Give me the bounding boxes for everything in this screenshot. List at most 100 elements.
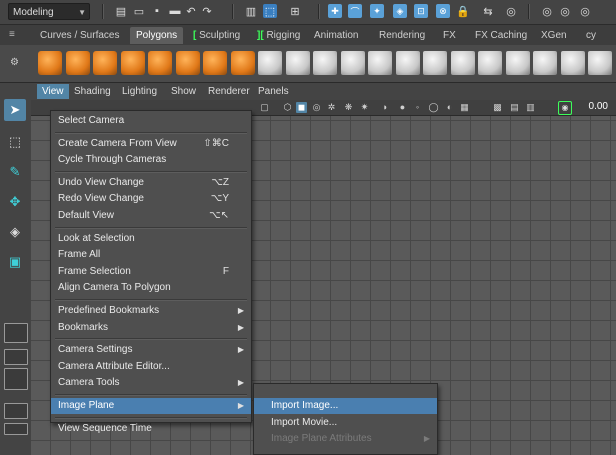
shelf-tab-sculpting[interactable]: [ Sculpting <box>187 27 246 44</box>
panel-menu-panels[interactable]: Panels <box>253 84 294 99</box>
depth-of-field-icon[interactable]: ◯ <box>428 102 439 113</box>
use-default-material-icon[interactable]: ◎ <box>311 102 322 113</box>
poly-sphere-icon[interactable] <box>38 51 62 75</box>
shelf-tab-animation[interactable]: Animation <box>308 27 364 44</box>
select-by-object-icon[interactable]: ⬚ <box>263 4 277 18</box>
select-by-component-icon[interactable]: ⊞ <box>288 4 302 18</box>
snap-to-point-icon[interactable]: ✦ <box>370 4 384 18</box>
snap-to-projected-center-icon[interactable]: ◈ <box>393 4 407 18</box>
extrude-icon[interactable] <box>478 51 502 75</box>
menu-item-image-plane[interactable]: Image Plane ▶ <box>51 398 251 414</box>
multi-cut-icon[interactable] <box>450 51 475 75</box>
shelf-tab-fx-caching[interactable]: FX Caching <box>469 27 533 44</box>
input-output-icon[interactable]: ⇆ <box>481 4 495 18</box>
menu-item-align-camera-to-polygon[interactable]: Align Camera To Polygon <box>51 280 251 296</box>
shadows-icon[interactable]: ❋ <box>343 102 354 113</box>
move-tool-icon[interactable]: ✥ <box>4 191 26 213</box>
new-scene-icon[interactable]: ▤ <box>114 4 128 18</box>
poly-disk-icon[interactable] <box>203 51 227 75</box>
menu-item-cycle-through-cameras[interactable]: Cycle Through Cameras <box>51 152 251 168</box>
save-scene-icon[interactable]: ▪ <box>150 4 164 18</box>
shelf-options-icon[interactable]: ⚙ <box>10 57 19 68</box>
make-live-icon[interactable]: ⊗ <box>436 4 450 18</box>
xray-components-icon[interactable]: ▤ <box>509 102 520 113</box>
shelf-tab-polygons[interactable]: Polygons <box>130 27 184 44</box>
lasso-tool-icon[interactable]: ⬚ <box>4 131 26 153</box>
menu-item-camera-settings[interactable]: Camera Settings ▶ <box>51 342 251 358</box>
submenu-item-import-movie[interactable]: Import Movie... <box>254 415 437 431</box>
hypershade-icon[interactable]: ◎ <box>578 4 592 18</box>
rotate-tool-icon[interactable]: ◈ <box>4 221 26 243</box>
xray-joints-icon[interactable]: ▩ <box>492 102 503 113</box>
menu-item-predefined-bookmarks[interactable]: Predefined Bookmarks ▶ <box>51 303 251 319</box>
menu-item-redo-view-change[interactable]: Redo View Change ⌥Y <box>51 191 251 207</box>
render-icon[interactable]: ◎ <box>504 4 518 18</box>
menu-item-view-sequence-time[interactable]: View Sequence Time <box>51 421 251 437</box>
panel-menu-view[interactable]: View <box>37 84 69 99</box>
textured-icon[interactable]: ✲ <box>326 102 337 113</box>
shelf-tab-rigging[interactable]: ][ Rigging <box>251 27 306 44</box>
extract-icon[interactable] <box>313 51 337 75</box>
menu-item-camera-attribute-editor[interactable]: Camera Attribute Editor... <box>51 359 251 375</box>
smooth-icon[interactable] <box>340 51 365 75</box>
poly-diamond-icon[interactable] <box>148 51 172 75</box>
smooth-shade-icon[interactable]: ◼ <box>296 102 307 113</box>
poly-pipe-icon[interactable] <box>230 51 255 75</box>
lock-icon[interactable]: 🔒 <box>456 4 470 18</box>
panel-menu-show[interactable]: Show <box>166 84 201 99</box>
folder-icon[interactable]: ▬ <box>168 4 182 18</box>
poly-cone-icon[interactable] <box>120 51 145 75</box>
panel-menu-renderer[interactable]: Renderer <box>203 84 255 99</box>
xray-icon[interactable]: ▦ <box>459 102 470 113</box>
shelf-menu-icon[interactable]: ≡ <box>9 29 15 40</box>
poly-torus-icon[interactable] <box>175 51 200 75</box>
screen-space-ao-icon[interactable]: ◑ <box>379 102 390 113</box>
layout-side-icon[interactable] <box>4 368 28 390</box>
menu-item-select-camera[interactable]: Select Camera <box>51 113 251 129</box>
panel-menu-lighting[interactable]: Lighting <box>117 84 162 99</box>
poly-cube-icon[interactable] <box>65 51 90 75</box>
merge-icon[interactable] <box>533 51 557 75</box>
mirror-icon[interactable] <box>395 51 420 75</box>
mode-selector[interactable]: Modeling ▼ <box>8 3 90 20</box>
shelf-tab-curves-surfaces[interactable]: Curves / Surfaces <box>34 27 125 44</box>
layout-outliner-icon[interactable] <box>4 423 28 435</box>
undo-icon[interactable]: ↶ <box>184 4 198 18</box>
gamma-toggle-icon[interactable]: ◉ <box>558 101 572 115</box>
shelf-tab-fx[interactable]: FX <box>437 27 462 44</box>
select-tool-icon[interactable]: ➤ <box>4 99 26 121</box>
menu-item-undo-view-change[interactable]: Undo View Change ⌥Z <box>51 175 251 191</box>
render-settings-icon[interactable]: ◎ <box>558 4 572 18</box>
shelf-tab-rendering[interactable]: Rendering <box>373 27 431 44</box>
scale-tool-icon[interactable]: ▣ <box>4 251 26 273</box>
bool-icon[interactable] <box>368 51 392 75</box>
menu-item-create-camera-from-view[interactable]: Create Camera From View ⇧⌘C <box>51 136 251 152</box>
menu-item-bookmarks[interactable]: Bookmarks ▶ <box>51 320 251 336</box>
menu-item-frame-all[interactable]: Frame All <box>51 247 251 263</box>
isolate-select-icon[interactable]: ◐ <box>444 102 455 113</box>
anti-aliasing-icon[interactable]: ◦ <box>412 102 423 113</box>
shelf-tab-cy[interactable]: cy <box>580 27 602 44</box>
menu-item-look-at-selection[interactable]: Look at Selection <box>51 231 251 247</box>
menu-item-frame-selection[interactable]: Frame Selection F <box>51 264 251 280</box>
bevel-icon[interactable] <box>505 51 530 75</box>
bridge-icon[interactable] <box>423 51 447 75</box>
poly-cylinder-icon[interactable] <box>93 51 117 75</box>
menu-item-default-view[interactable]: Default View ⌥↖ <box>51 208 251 224</box>
exposure-field[interactable]: 0.00 <box>589 100 608 114</box>
redo-icon[interactable]: ↷ <box>200 4 214 18</box>
wireframe-icon[interactable]: ⬡ <box>282 102 293 113</box>
fill-hole-icon[interactable] <box>588 51 612 75</box>
menu-item-camera-tools[interactable]: Camera Tools ▶ <box>51 375 251 391</box>
separate-icon[interactable] <box>285 51 310 75</box>
lights-icon[interactable]: ✷ <box>359 102 370 113</box>
snap-to-grid-icon[interactable]: ✚ <box>328 4 342 18</box>
camera-attributes-icon[interactable]: ▢ <box>259 102 270 113</box>
grid-toggle-icon[interactable]: ▥ <box>525 102 536 113</box>
layout-four-icon[interactable] <box>4 349 28 365</box>
layout-stack-icon[interactable] <box>4 403 28 419</box>
shelf-tab-xgen[interactable]: XGen <box>535 27 573 44</box>
snap-to-view-plane-icon[interactable]: ⊡ <box>414 4 428 18</box>
select-by-hierarchy-icon[interactable]: ▥ <box>244 4 258 18</box>
paint-select-tool-icon[interactable]: ✎ <box>4 161 26 183</box>
